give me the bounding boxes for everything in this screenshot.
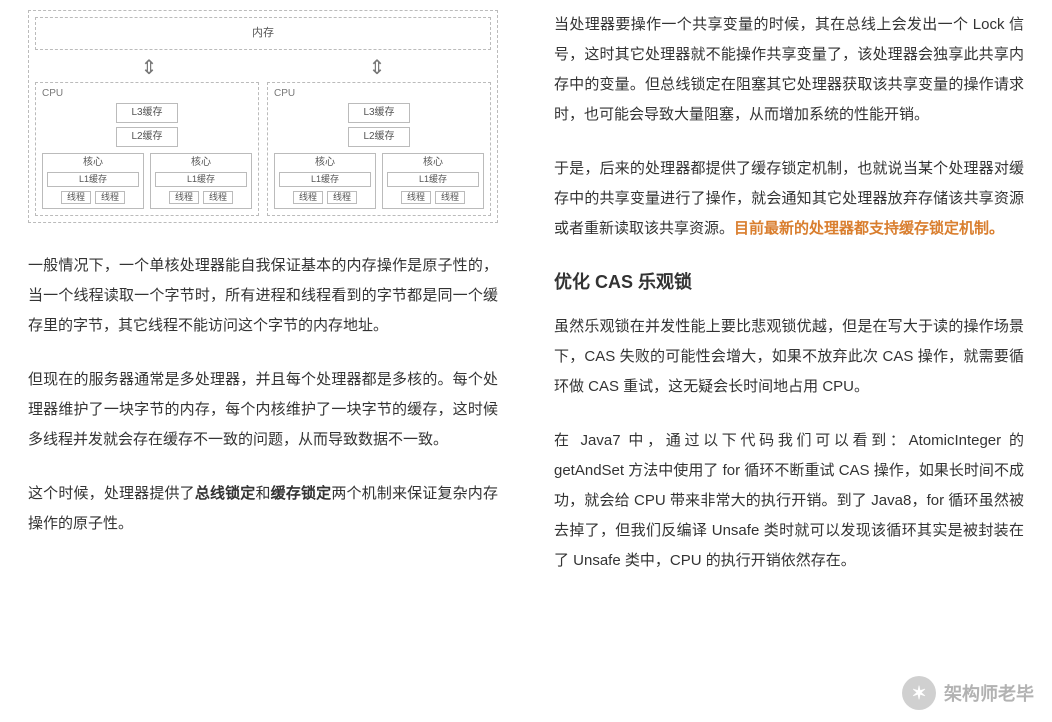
cpu-block: CPU L3缓存 L2缓存 核心 L1缓存 线程 线程 (35, 82, 259, 216)
memory-box: 内存 (35, 17, 491, 50)
section-heading: 优化 CAS 乐观锁 (554, 268, 1024, 294)
bold-text: 总线锁定 (195, 485, 256, 502)
l3-cache: L3缓存 (116, 103, 177, 123)
thread-box: 线程 (169, 191, 199, 204)
cpu-block: CPU L3缓存 L2缓存 核心 L1缓存 线程 线程 (267, 82, 491, 216)
paragraph: 但现在的服务器通常是多处理器，并且每个处理器都是多核的。每个处理器维护了一块字节… (28, 365, 498, 455)
text: 这个时候，处理器提供了 (28, 485, 195, 502)
thread-box: 线程 (203, 191, 233, 204)
paragraph: 于是，后来的处理器都提供了缓存锁定机制，也就说当某个处理器对缓存中的共享变量进行… (554, 154, 1024, 244)
core-label: 核心 (279, 158, 371, 168)
wechat-avatar-icon: ✶ (902, 676, 936, 710)
l1-cache: L1缓存 (387, 172, 479, 187)
l2-cache: L2缓存 (348, 127, 409, 147)
paragraph: 这个时候，处理器提供了总线锁定和缓存锁定两个机制来保证复杂内存操作的原子性。 (28, 479, 498, 539)
thread-box: 线程 (293, 191, 323, 204)
cpu-label: CPU (42, 89, 252, 99)
core-block: 核心 L1缓存 线程 线程 (150, 153, 252, 209)
l1-cache: L1缓存 (279, 172, 371, 187)
core-label: 核心 (155, 158, 247, 168)
core-label: 核心 (387, 158, 479, 168)
wechat-watermark: ✶ 架构师老毕 (902, 676, 1034, 710)
thread-box: 线程 (435, 191, 465, 204)
paragraph: 当处理器要操作一个共享变量的时候，其在总线上会发出一个 Lock 信号，这时其它… (554, 10, 1024, 130)
core-block: 核心 L1缓存 线程 线程 (274, 153, 376, 209)
highlight-text: 目前最新的处理器都支持缓存锁定机制。 (734, 220, 1004, 237)
paragraph: 虽然乐观锁在并发性能上要比悲观锁优越，但是在写大于读的操作场景下，CAS 失败的… (554, 312, 1024, 402)
l3-cache: L3缓存 (348, 103, 409, 123)
core-label: 核心 (47, 158, 139, 168)
watermark-text: 架构师老毕 (944, 680, 1034, 706)
bold-text: 缓存锁定 (271, 485, 332, 502)
l1-cache: L1缓存 (47, 172, 139, 187)
l2-cache: L2缓存 (116, 127, 177, 147)
cpu-label: CPU (274, 89, 484, 99)
thread-box: 线程 (61, 191, 91, 204)
core-block: 核心 L1缓存 线程 线程 (42, 153, 144, 209)
text: 和 (255, 485, 270, 502)
thread-box: 线程 (327, 191, 357, 204)
cpu-memory-diagram: 内存 ⇕⇕ CPU L3缓存 L2缓存 核心 L1缓存 线程 (28, 10, 498, 223)
thread-box: 线程 (401, 191, 431, 204)
paragraph: 在 Java7 中，通过以下代码我们可以看到：AtomicInteger 的 g… (554, 426, 1024, 576)
l1-cache: L1缓存 (155, 172, 247, 187)
bus-arrows: ⇕⇕ (35, 58, 491, 78)
paragraph: 一般情况下，一个单核处理器能自我保证基本的内存操作是原子性的，当一个线程读取一个… (28, 251, 498, 341)
thread-box: 线程 (95, 191, 125, 204)
core-block: 核心 L1缓存 线程 线程 (382, 153, 484, 209)
